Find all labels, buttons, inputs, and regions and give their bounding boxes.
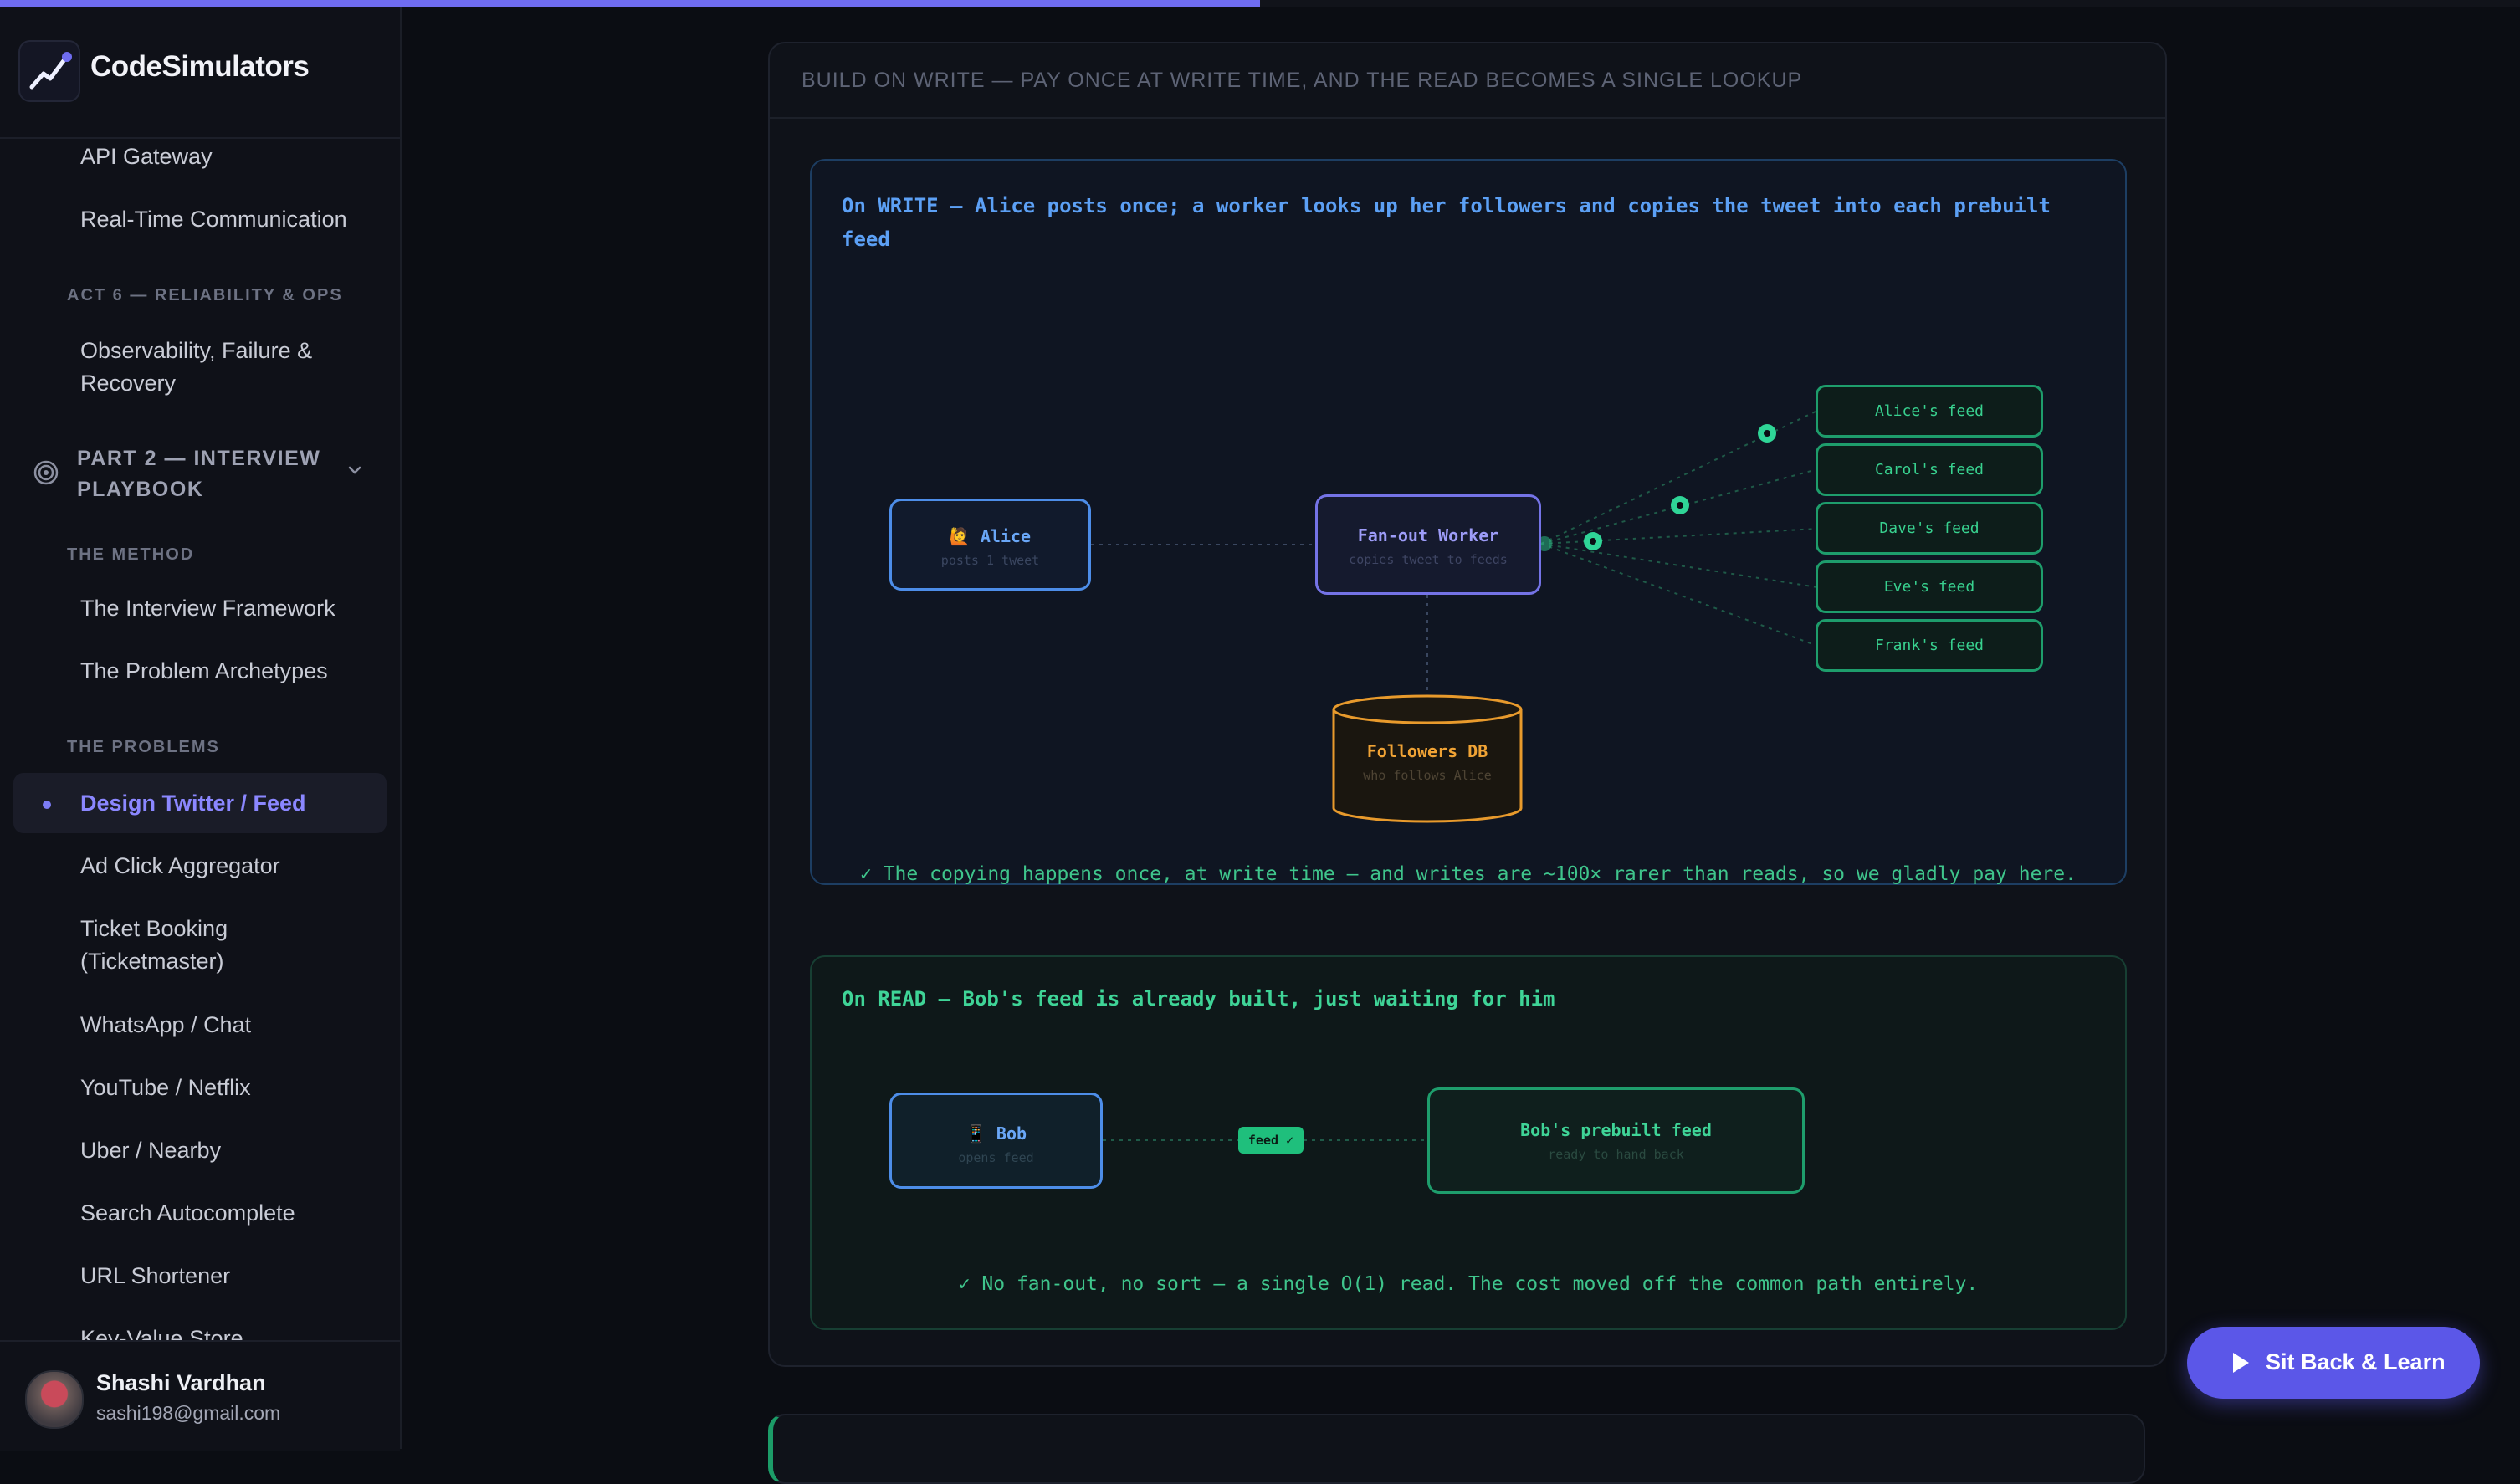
bob-prebuilt-feed-label: Bob's prebuilt feed — [1520, 1120, 1712, 1140]
page-progress-bar — [0, 0, 2520, 7]
feed-node-frank: Frank's feed — [1816, 619, 2043, 672]
followers-db-sub: who follows Alice — [1363, 768, 1492, 783]
fanout-worker-sub: copies tweet to feeds — [1349, 552, 1508, 567]
fanout-edge-frank — [1540, 543, 1818, 647]
sit-back-learn-button[interactable]: Sit Back & Learn — [2187, 1327, 2480, 1399]
alice-node-sub: posts 1 tweet — [940, 553, 1040, 568]
play-icon — [2231, 1351, 2251, 1374]
feed-node-alice: Alice's feed — [1816, 385, 2043, 438]
alice-node-label: 🙋 Alice — [949, 526, 1032, 546]
bob-node: 📱 Bob opens feed — [889, 1093, 1103, 1189]
fanout-edge-eve — [1540, 543, 1818, 588]
feed-node-carol: Carol's feed — [1816, 443, 2043, 496]
diagram-connectors — [1091, 410, 1818, 1141]
fanout-worker-node: Fan-out Worker copies tweet to feeds — [1315, 494, 1541, 595]
followers-db-label: Followers DB — [1366, 741, 1488, 761]
alice-node: 🙋 Alice posts 1 tweet — [889, 499, 1091, 591]
fanout-worker-label: Fan-out Worker — [1357, 525, 1499, 545]
feed-node-eve: Eve's feed — [1816, 560, 2043, 613]
fanout-edge-dave — [1540, 528, 1818, 545]
bob-prebuilt-feed-node: Bob's prebuilt feed ready to hand back — [1427, 1087, 1805, 1194]
feed-delivered-badge: feed ✓ — [1238, 1127, 1304, 1154]
bob-node-sub: opens feed — [958, 1150, 1034, 1165]
bob-prebuilt-feed-sub: ready to hand back — [1548, 1147, 1684, 1162]
followers-db-node: Followers DB who follows Alice — [1334, 741, 1521, 808]
next-content-card — [768, 1414, 2145, 1484]
page-progress-fill — [0, 0, 1260, 7]
feed-node-dave: Dave's feed — [1816, 502, 2043, 555]
bob-node-label: 📱 Bob — [965, 1123, 1027, 1144]
sit-back-learn-label: Sit Back & Learn — [2266, 1349, 2446, 1374]
